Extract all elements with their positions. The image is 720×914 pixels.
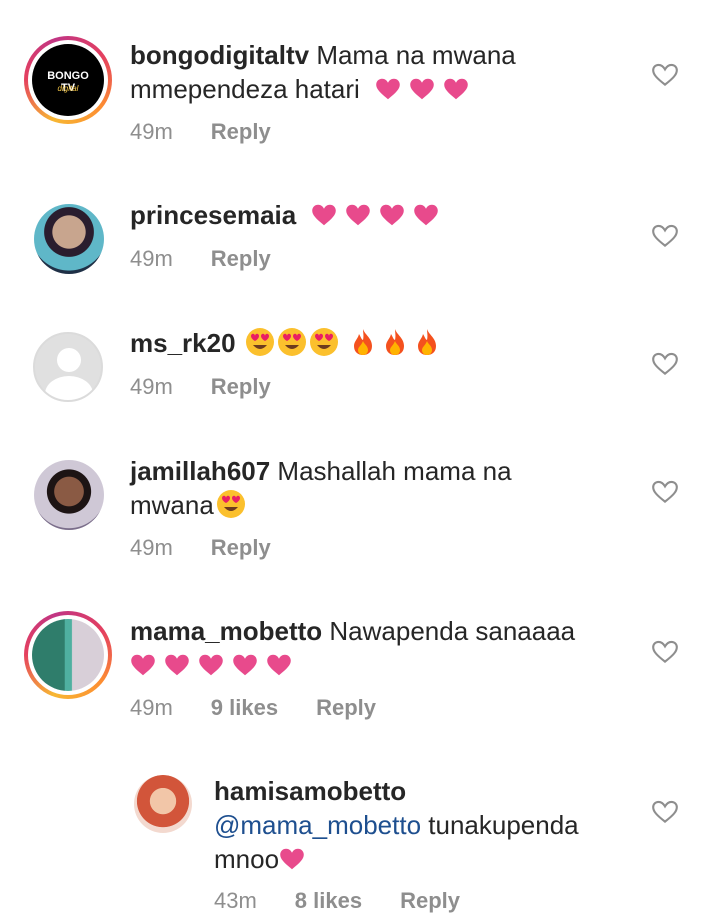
default-avatar-head-icon	[57, 348, 81, 372]
like-heart-icon[interactable]	[651, 479, 679, 505]
mention-link[interactable]: @mama_mobetto	[214, 810, 421, 840]
likes-count[interactable]: 8 likes	[295, 888, 362, 913]
username[interactable]: princesemaia	[130, 200, 296, 230]
comment-body: ms_rk20	[130, 326, 442, 360]
comment-text-line2: mmependeza hatari	[130, 74, 360, 104]
comment-text-line2: mnoo	[214, 844, 280, 874]
comment-body: jamillah607 Mashallah mama na mwana	[130, 454, 512, 522]
comment-body: hamisamobetto @mama_mobetto tunakupenda …	[214, 774, 579, 876]
heart-eyes-emoji-icon	[216, 489, 246, 519]
likes-count[interactable]: 9 likes	[211, 695, 278, 720]
heart-emoji-icon	[345, 204, 371, 226]
reply-button[interactable]: Reply	[211, 374, 271, 399]
like-heart-icon[interactable]	[651, 223, 679, 249]
comment-text: tunakupenda	[421, 810, 579, 840]
comment-meta: 43m 8 likes Reply	[214, 888, 498, 914]
timestamp: 43m	[214, 888, 257, 913]
timestamp: 49m	[130, 119, 173, 144]
comment-text-line2: mwana	[130, 490, 214, 520]
comment-meta: 49m Reply	[130, 374, 309, 400]
like-heart-icon[interactable]	[651, 799, 679, 825]
avatar-logo-sub: digital	[57, 84, 79, 93]
comment-body: princesemaia	[130, 198, 439, 232]
heart-eyes-emoji-icon	[245, 327, 275, 357]
timestamp: 49m	[130, 374, 173, 399]
like-heart-icon[interactable]	[651, 62, 679, 88]
comment-text: Mashallah mama na	[270, 456, 512, 486]
default-avatar-body-icon	[45, 376, 93, 400]
heart-eyes-emoji-icon	[309, 327, 339, 357]
heart-emoji-icon	[130, 654, 156, 676]
reply-button[interactable]: Reply	[316, 695, 376, 720]
heart-emoji-icon	[232, 654, 258, 676]
fire-emoji-icon	[412, 327, 442, 357]
heart-emoji-icon	[311, 204, 337, 226]
avatar[interactable]	[134, 775, 192, 833]
comment-meta: 49m Reply	[130, 535, 309, 561]
username[interactable]: bongodigitaltv	[130, 40, 309, 70]
username[interactable]: jamillah607	[130, 456, 270, 486]
reply-button[interactable]: Reply	[400, 888, 460, 913]
heart-emoji-icon	[413, 204, 439, 226]
reply-button[interactable]: Reply	[211, 119, 271, 144]
fire-emoji-icon	[348, 327, 378, 357]
heart-emoji-icon	[443, 78, 469, 100]
heart-emoji-icon	[409, 78, 435, 100]
like-heart-icon[interactable]	[651, 351, 679, 377]
comment-meta: 49m 9 likes Reply	[130, 695, 414, 721]
heart-emoji-icon	[164, 654, 190, 676]
fire-emoji-icon	[380, 327, 410, 357]
reply-button[interactable]: Reply	[211, 535, 271, 560]
avatar[interactable]	[33, 332, 103, 402]
username[interactable]: mama_mobetto	[130, 616, 322, 646]
avatar[interactable]: BONGO TV digital	[24, 36, 112, 124]
heart-emoji-icon	[279, 848, 305, 870]
comment-body: bongodigitaltv Mama na mwana mmependeza …	[130, 38, 516, 106]
avatar[interactable]	[34, 204, 104, 274]
comment-meta: 49m Reply	[130, 246, 309, 272]
heart-emoji-icon	[379, 204, 405, 226]
avatar[interactable]	[24, 611, 112, 699]
timestamp: 49m	[130, 695, 173, 720]
timestamp: 49m	[130, 535, 173, 560]
username[interactable]: ms_rk20	[130, 328, 236, 358]
avatar[interactable]	[34, 460, 104, 530]
heart-eyes-emoji-icon	[277, 327, 307, 357]
comment-text: Mama na mwana	[309, 40, 516, 70]
comment-meta: 49m Reply	[130, 119, 309, 145]
comment-body: mama_mobetto Nawapenda sanaaaa	[130, 614, 575, 682]
like-heart-icon[interactable]	[651, 639, 679, 665]
timestamp: 49m	[130, 246, 173, 271]
reply-button[interactable]: Reply	[211, 246, 271, 271]
heart-emoji-icon	[198, 654, 224, 676]
heart-emoji-icon	[266, 654, 292, 676]
heart-emoji-icon	[375, 78, 401, 100]
username[interactable]: hamisamobetto	[214, 776, 406, 806]
comment-text: Nawapenda sanaaaa	[322, 616, 576, 646]
